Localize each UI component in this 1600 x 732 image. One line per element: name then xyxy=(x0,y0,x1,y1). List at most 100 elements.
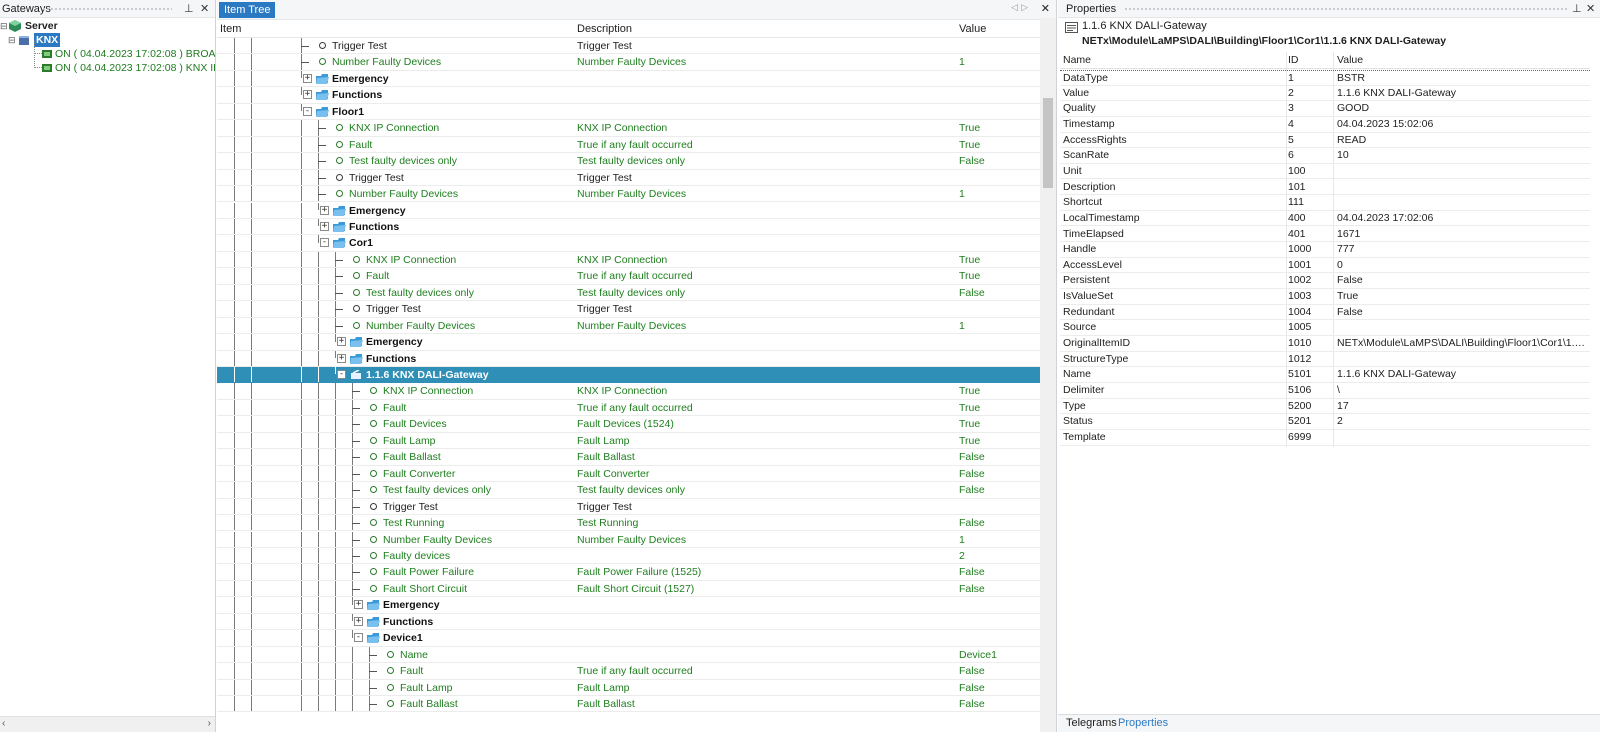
tree-row-item[interactable]: Fault True if any fault occurred False xyxy=(217,663,1040,680)
tree-row-folder[interactable]: + Functions xyxy=(217,218,1040,236)
tree-row-folder[interactable]: + Emergency xyxy=(217,70,1040,88)
tree-row-item[interactable]: Test faulty devices only Test faulty devi… xyxy=(217,482,1040,499)
tab-scroll-left-icon[interactable]: ◁ xyxy=(1011,2,1018,13)
tree-row-folder[interactable]: - Cor1 xyxy=(217,235,1040,252)
property-row[interactable]: Type 5200 17 xyxy=(1060,399,1590,415)
property-row[interactable]: AccessRights 5 READ xyxy=(1060,133,1590,149)
tree-row-folder[interactable]: + Emergency xyxy=(217,202,1040,219)
tree-row-folder[interactable]: - Floor1 xyxy=(217,103,1040,121)
tree-row-item[interactable]: KNX IP Connection KNX IP Connection True xyxy=(217,383,1040,400)
tree-row-item[interactable]: Fault True if any fault occurred True xyxy=(217,136,1040,154)
tree-row-item[interactable]: Fault Devices Fault Devices (1524) True xyxy=(217,416,1040,433)
expand-icon[interactable]: + xyxy=(354,616,363,626)
scrollbar-thumb[interactable] xyxy=(1043,98,1053,188)
drag-grip[interactable] xyxy=(1124,7,1569,12)
property-row[interactable]: Timestamp 4 04.04.2023 15:02:06 xyxy=(1060,117,1590,133)
column-header-id[interactable]: ID xyxy=(1288,53,1336,68)
expand-icon[interactable]: + xyxy=(303,90,312,100)
tree-row-folder[interactable]: + Emergency xyxy=(217,597,1040,614)
property-row[interactable]: DataType 1 BSTR xyxy=(1060,70,1590,86)
property-row[interactable]: Template 6999 xyxy=(1060,430,1590,446)
tree-row-item[interactable]: Test Running Test Running False xyxy=(217,515,1040,532)
tree-row-item[interactable]: Fault Power Failure Fault Power Failure (… xyxy=(217,564,1040,581)
tree-row-item[interactable]: Test faulty devices only Test faulty devi… xyxy=(217,284,1040,302)
close-icon[interactable]: ✕ xyxy=(1586,0,1595,18)
tree-row-item[interactable]: Fault Ballast Fault Ballast False xyxy=(217,449,1040,466)
column-header-item[interactable]: Item xyxy=(220,20,241,38)
expand-icon[interactable]: + xyxy=(354,600,363,610)
tree-row-item[interactable]: Trigger Test Trigger Test xyxy=(217,498,1040,516)
tree-row-item[interactable]: Name Device1 xyxy=(217,646,1040,664)
gateway-item[interactable]: ON ( 04.04.2023 17:02:08 ) BROADCA xyxy=(0,41,215,61)
property-row[interactable]: Value 2 1.1.6 KNX DALI-Gateway xyxy=(1060,86,1590,102)
column-header-value[interactable]: Value xyxy=(1337,53,1589,68)
collapse-icon[interactable]: - xyxy=(354,633,363,643)
collapse-icon[interactable]: - xyxy=(320,238,329,248)
property-row[interactable]: TimeElapsed 401 1671 xyxy=(1060,227,1590,243)
close-icon[interactable]: ✕ xyxy=(1041,2,1050,15)
column-header-name[interactable]: Name xyxy=(1063,53,1285,68)
tree-row-folder[interactable]: - 1.1.6 KNX DALI-Gateway xyxy=(217,367,1040,384)
pin-icon[interactable]: ⊥ xyxy=(184,0,194,18)
property-row[interactable]: Description 101 xyxy=(1060,180,1590,196)
drag-grip[interactable] xyxy=(42,7,172,12)
property-row[interactable]: AccessLevel 1001 0 xyxy=(1060,258,1590,274)
tree-row-item[interactable]: Trigger Test Trigger Test xyxy=(217,38,1040,55)
tree-node-knx[interactable]: ⊟ KNX xyxy=(0,33,215,47)
expand-icon[interactable]: + xyxy=(320,205,329,215)
expand-icon[interactable]: + xyxy=(303,73,312,83)
expand-toggle-icon[interactable]: ⊟ xyxy=(0,19,8,33)
scroll-left-icon[interactable]: ‹ xyxy=(2,718,5,729)
tree-row-item[interactable]: KNX IP Connection KNX IP Connection True xyxy=(217,120,1040,137)
tree-row-item[interactable]: Number Faulty Devices Number Faulty Devic… xyxy=(217,54,1040,71)
property-row[interactable]: Persistent 1002 False xyxy=(1060,273,1590,290)
tree-row-item[interactable]: Fault Converter Fault Converter False xyxy=(217,465,1040,483)
tree-row-item[interactable]: Faulty devices 2 xyxy=(217,547,1040,565)
scroll-right-icon[interactable]: › xyxy=(208,718,211,729)
tree-row-folder[interactable]: + Emergency xyxy=(217,334,1040,351)
tab-telegrams[interactable]: Telegrams xyxy=(1066,715,1117,732)
property-row[interactable]: ScanRate 6 10 xyxy=(1060,148,1590,164)
tab-properties[interactable]: Properties xyxy=(1118,715,1168,732)
property-row[interactable]: Quality 3 GOOD xyxy=(1060,101,1590,117)
pin-icon[interactable]: ⊥ xyxy=(1572,0,1582,18)
expand-toggle-icon[interactable]: ⊟ xyxy=(8,33,16,47)
tree-row-item[interactable]: Fault True if any fault occurred True xyxy=(217,268,1040,285)
tree-row-item[interactable]: Fault Ballast Fault Ballast False xyxy=(217,696,1040,713)
tree-row-item[interactable]: Number Faulty Devices Number Faulty Devic… xyxy=(217,531,1040,548)
property-row[interactable]: IsValueSet 1003 True xyxy=(1060,289,1590,305)
expand-icon[interactable]: + xyxy=(337,337,346,347)
gateway-item[interactable]: ON ( 04.04.2023 17:02:08 ) KNX IP Inte xyxy=(0,55,215,75)
property-row[interactable]: Name 5101 1.1.6 KNX DALI-Gateway xyxy=(1060,367,1590,383)
tree-row-item[interactable]: Fault Lamp Fault Lamp False xyxy=(217,679,1040,696)
property-row[interactable]: Handle 1000 777 xyxy=(1060,242,1590,258)
tree-row-item[interactable]: Number Faulty Devices Number Faulty Devic… xyxy=(217,317,1040,335)
tree-row-folder[interactable]: - Device1 xyxy=(217,630,1040,647)
tree-row-item[interactable]: Test faulty devices only Test faulty devi… xyxy=(217,153,1040,170)
tree-row-folder[interactable]: + Functions xyxy=(217,613,1040,631)
property-row[interactable]: Status 5201 2 xyxy=(1060,414,1590,430)
column-header-description[interactable]: Description xyxy=(577,20,632,38)
tree-row-item[interactable]: Fault Short Circuit Fault Short Circuit (… xyxy=(217,580,1040,598)
vertical-scrollbar[interactable] xyxy=(1040,18,1056,732)
tree-row-folder[interactable]: + Functions xyxy=(217,87,1040,104)
tree-row-folder[interactable]: + Functions xyxy=(217,350,1040,367)
property-row[interactable]: Redundant 1004 False xyxy=(1060,305,1590,321)
horizontal-scrollbar[interactable]: ‹ › xyxy=(0,716,215,732)
collapse-icon[interactable]: - xyxy=(337,370,346,379)
tab-scroll-right-icon[interactable]: ▷ xyxy=(1021,2,1028,13)
tree-row-item[interactable]: Trigger Test Trigger Test xyxy=(217,169,1040,187)
tree-row-item[interactable]: Trigger Test Trigger Test xyxy=(217,301,1040,318)
expand-icon[interactable]: + xyxy=(320,221,329,231)
property-row[interactable]: StructureType 1012 xyxy=(1060,352,1590,368)
property-row[interactable]: Source 1005 xyxy=(1060,320,1590,336)
property-row[interactable]: Delimiter 5106 \ xyxy=(1060,383,1590,399)
tree-row-item[interactable]: Number Faulty Devices Number Faulty Devic… xyxy=(217,186,1040,203)
tree-row-item[interactable]: Fault True if any fault occurred True xyxy=(217,399,1040,417)
property-row[interactable]: Shortcut 111 xyxy=(1060,195,1590,211)
tab-item-tree[interactable]: Item Tree xyxy=(219,2,276,18)
expand-icon[interactable]: + xyxy=(337,353,346,363)
collapse-icon[interactable]: - xyxy=(303,106,312,116)
property-row[interactable]: Unit 100 xyxy=(1060,164,1590,180)
property-row[interactable]: LocalTimestamp 400 04.04.2023 17:02:06 xyxy=(1060,211,1590,227)
